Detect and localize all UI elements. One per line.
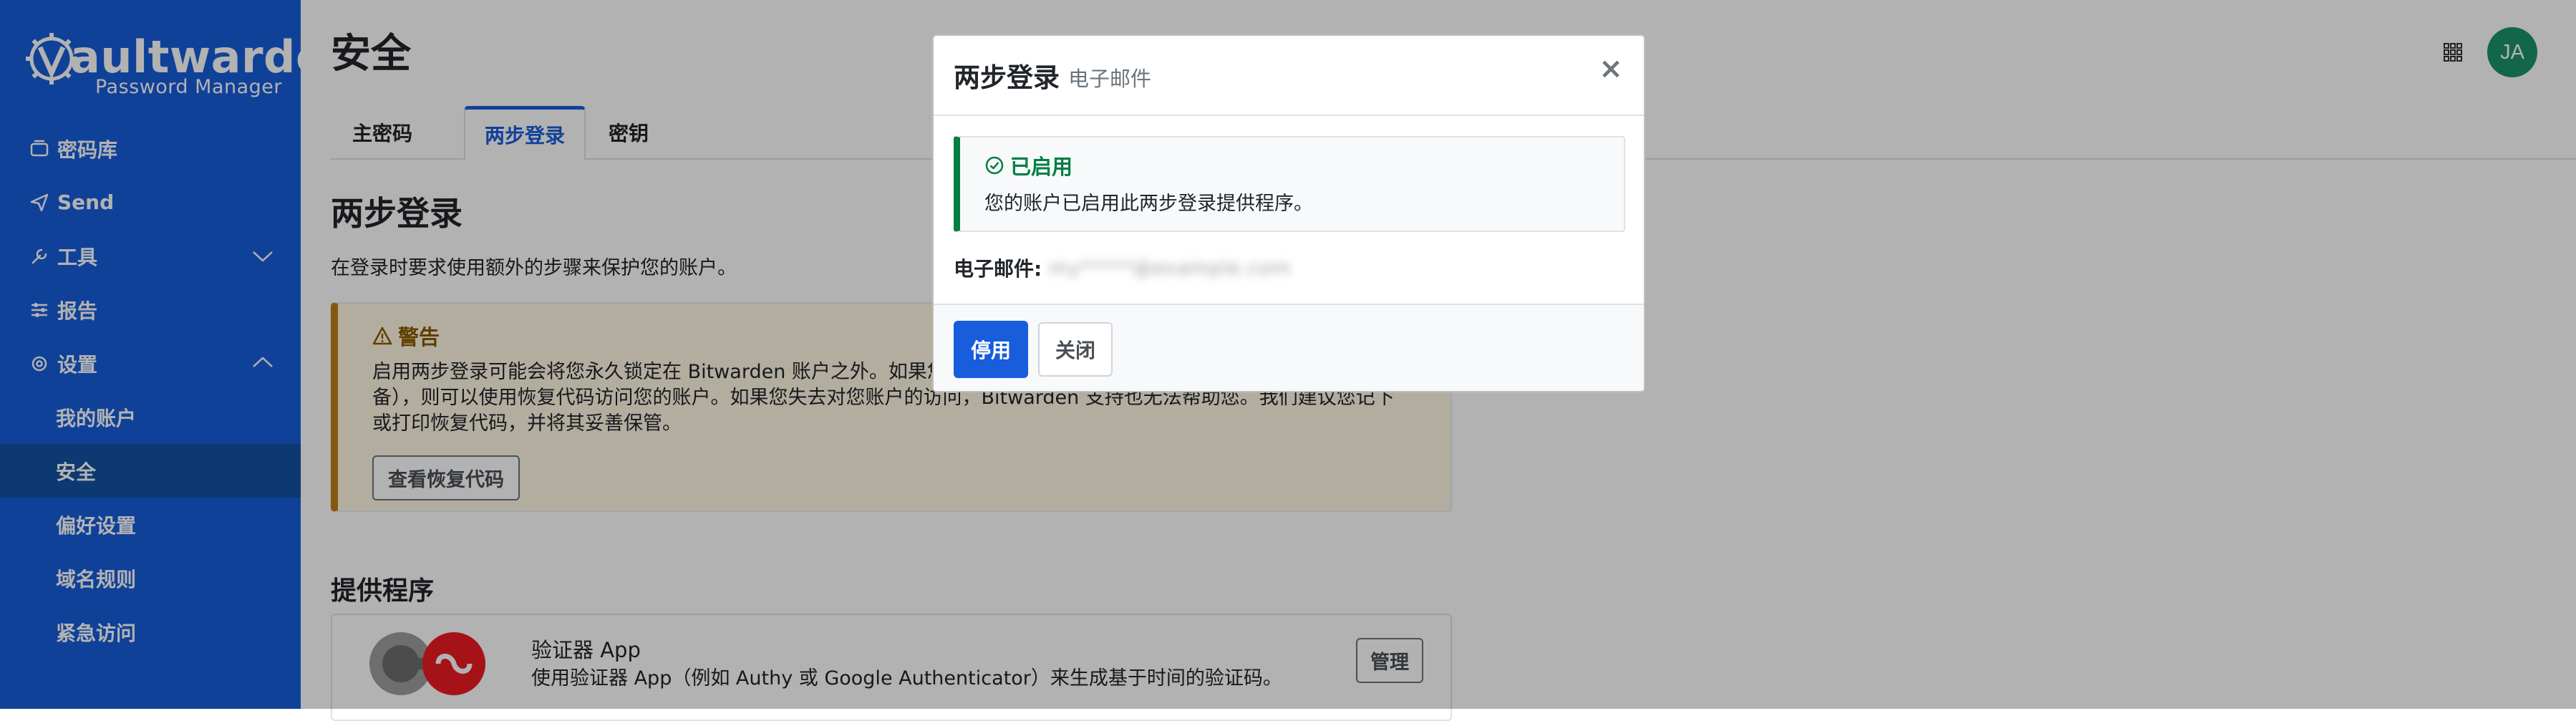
close-icon[interactable]: × — [1597, 54, 1625, 83]
disable-button[interactable]: 停用 — [954, 321, 1029, 378]
enabled-message: 您的账户已启用此两步登录提供程序。 — [984, 193, 1313, 215]
two-step-email-dialog: 两步登录 电子邮件 × 已启用 您的账户已启用此两步登录提供程序。 电子邮件: … — [932, 34, 1645, 392]
enabled-status-callout: 已启用 您的账户已启用此两步登录提供程序。 — [954, 136, 1625, 232]
email-value: my*****@example.com — [1049, 256, 1292, 279]
modal-footer: 停用 关闭 — [934, 304, 1644, 391]
close-button[interactable]: 关闭 — [1038, 322, 1113, 377]
email-row: 电子邮件: my*****@example.com — [954, 253, 1291, 282]
modal-title: 两步登录 — [954, 62, 1060, 93]
enabled-title: 已启用 — [984, 150, 1599, 180]
check-circle-icon — [985, 156, 1004, 175]
enabled-title-text: 已启用 — [1010, 155, 1073, 179]
email-label: 电子邮件: — [954, 257, 1042, 281]
modal-header: 两步登录 电子邮件 — [934, 36, 1644, 116]
modal-subtitle: 电子邮件 — [1068, 67, 1152, 91]
